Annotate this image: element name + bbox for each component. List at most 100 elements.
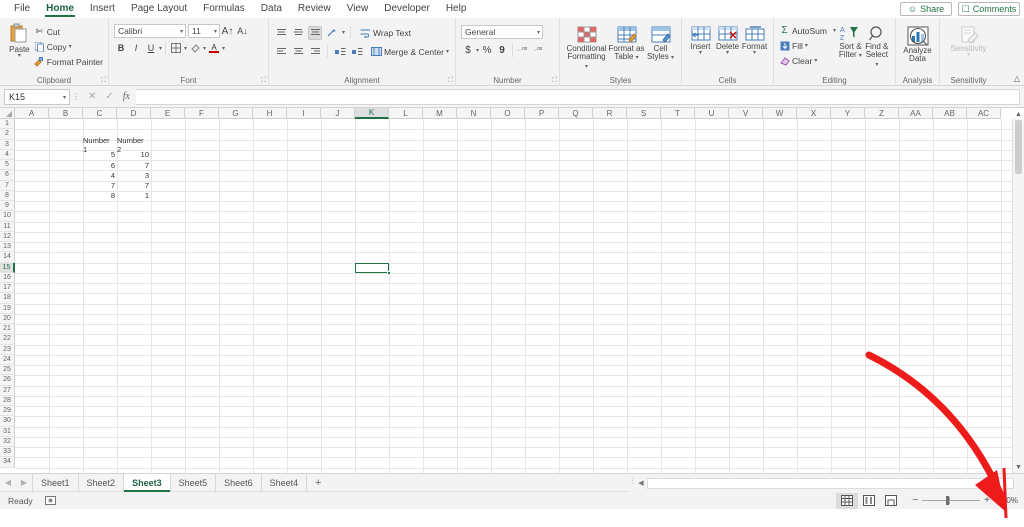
decrease-decimal-button[interactable]: →.00 xyxy=(531,43,545,57)
row-header-33[interactable]: 33 xyxy=(0,447,15,457)
increase-font-size-button[interactable]: A↑ xyxy=(220,24,235,38)
formula-input[interactable] xyxy=(136,89,1020,105)
zoom-slider-thumb[interactable] xyxy=(946,496,949,505)
column-header-S[interactable]: S xyxy=(627,108,661,119)
cell-D6[interactable]: 3 xyxy=(117,170,151,180)
increase-decimal-button[interactable]: ←.00 xyxy=(516,43,530,57)
chevron-down-icon[interactable]: ▾ xyxy=(671,55,674,61)
row-header-12[interactable]: 12 xyxy=(0,232,15,242)
cell-C4[interactable]: 5 xyxy=(83,150,117,160)
row-header-1[interactable]: 1 xyxy=(0,119,15,129)
row-header-31[interactable]: 31 xyxy=(0,427,15,437)
row-header-2[interactable]: 2 xyxy=(0,129,15,139)
page-break-preview-button[interactable] xyxy=(880,493,902,509)
cell-styles-button[interactable]: Cell Styles ▾ xyxy=(646,24,676,62)
chevron-down-icon[interactable]: ▾ xyxy=(476,47,479,54)
delete-cells-button[interactable]: Delete ▾ xyxy=(714,24,741,56)
chevron-down-icon[interactable]: ▾ xyxy=(585,64,588,70)
cell-C5[interactable]: 6 xyxy=(83,160,117,170)
column-header-I[interactable]: I xyxy=(287,108,321,119)
row-header-19[interactable]: 19 xyxy=(0,304,15,314)
row-header-8[interactable]: 8 xyxy=(0,191,15,201)
row-header-9[interactable]: 9 xyxy=(0,201,15,211)
row-header-6[interactable]: 6 xyxy=(0,170,15,180)
cell-C8[interactable]: 8 xyxy=(83,191,117,201)
select-all-button[interactable] xyxy=(0,108,15,119)
chevron-down-icon[interactable]: ▾ xyxy=(446,48,449,55)
sensitivity-button[interactable]: Sensitivity ▾ xyxy=(946,24,992,58)
ribbon-tab-file[interactable]: File xyxy=(6,0,38,18)
ribbon-tab-formulas[interactable]: Formulas xyxy=(195,0,253,18)
row-header-14[interactable]: 14 xyxy=(0,252,15,262)
row-header-20[interactable]: 20 xyxy=(0,314,15,324)
chevron-down-icon[interactable]: ▾ xyxy=(636,55,639,61)
ribbon-tab-review[interactable]: Review xyxy=(290,0,339,18)
cell-D3[interactable]: Number 2 xyxy=(117,140,151,150)
confirm-entry-icon[interactable]: ✓ xyxy=(105,91,113,102)
zoom-in-button[interactable]: + xyxy=(984,495,990,506)
find-select-button[interactable]: Find & Select ▾ xyxy=(864,23,890,68)
chevron-down-icon[interactable]: ▾ xyxy=(203,45,206,52)
column-header-H[interactable]: H xyxy=(253,108,287,119)
column-header-A[interactable]: A xyxy=(15,108,49,119)
font-size-input[interactable]: 11 ▾ xyxy=(188,24,220,38)
chevron-down-icon[interactable]: ▾ xyxy=(967,53,970,58)
row-header-11[interactable]: 11 xyxy=(0,222,15,232)
align-middle-button[interactable] xyxy=(291,26,305,40)
insert-cells-button[interactable]: Insert ▾ xyxy=(687,24,714,56)
column-header-W[interactable]: W xyxy=(763,108,797,119)
previous-sheet-icon[interactable]: ◀ xyxy=(0,478,16,487)
currency-format-button[interactable]: $ xyxy=(461,43,475,57)
column-header-G[interactable]: G xyxy=(219,108,253,119)
column-header-P[interactable]: P xyxy=(525,108,559,119)
cut-button[interactable]: ✄ Cut xyxy=(34,24,103,39)
sheet-tab-sheet4[interactable]: Sheet4 xyxy=(262,474,308,492)
column-header-Z[interactable]: Z xyxy=(865,108,899,119)
scroll-left-icon[interactable]: ◀ xyxy=(635,479,647,487)
ribbon-tab-data[interactable]: Data xyxy=(253,0,290,18)
column-header-T[interactable]: T xyxy=(661,108,695,119)
chevron-down-icon[interactable]: ▾ xyxy=(222,45,225,52)
fill-button[interactable]: Fill ▾ xyxy=(779,38,837,53)
number-format-select[interactable]: General ▾ xyxy=(461,25,543,39)
next-sheet-icon[interactable]: ▶ xyxy=(16,478,32,487)
align-bottom-button[interactable] xyxy=(308,26,322,40)
column-header-AC[interactable]: AC xyxy=(967,108,1001,119)
row-header-28[interactable]: 28 xyxy=(0,396,15,406)
row-header-5[interactable]: 5 xyxy=(0,160,15,170)
share-button[interactable]: ☺ Share xyxy=(900,2,952,16)
chevron-down-icon[interactable]: ▾ xyxy=(805,42,808,49)
vertical-scroll-thumb[interactable] xyxy=(1015,120,1022,174)
paste-button[interactable]: Paste ▾ xyxy=(5,21,34,59)
chevron-down-icon[interactable]: ▾ xyxy=(184,45,187,52)
row-header-7[interactable]: 7 xyxy=(0,181,15,191)
increase-indent-button[interactable] xyxy=(350,45,364,59)
column-header-Y[interactable]: Y xyxy=(831,108,865,119)
column-header-AB[interactable]: AB xyxy=(933,108,967,119)
analyze-data-button[interactable]: Analyze Data xyxy=(901,24,934,64)
row-header-23[interactable]: 23 xyxy=(0,345,15,355)
name-box[interactable]: K15 ▾ xyxy=(4,89,70,105)
column-header-X[interactable]: X xyxy=(797,108,831,119)
ribbon-tab-developer[interactable]: Developer xyxy=(376,0,438,18)
cancel-entry-icon[interactable]: ✕ xyxy=(88,91,96,102)
collapse-ribbon-button[interactable]: △ xyxy=(1014,74,1020,83)
normal-view-button[interactable] xyxy=(836,493,858,509)
row-header-13[interactable]: 13 xyxy=(0,242,15,252)
selected-cell-indicator[interactable] xyxy=(355,263,389,273)
column-header-R[interactable]: R xyxy=(593,108,627,119)
row-header-24[interactable]: 24 xyxy=(0,355,15,365)
column-header-D[interactable]: D xyxy=(117,108,151,119)
row-header-4[interactable]: 4 xyxy=(0,150,15,160)
bold-button[interactable]: B xyxy=(114,41,128,55)
chevron-down-icon[interactable]: ▾ xyxy=(859,53,862,59)
decrease-indent-button[interactable] xyxy=(333,45,347,59)
ribbon-tab-view[interactable]: View xyxy=(339,0,377,18)
sort-filter-button[interactable]: A Z Sort & Filter ▾ xyxy=(837,23,863,60)
sheet-tab-sheet6[interactable]: Sheet6 xyxy=(216,474,262,492)
row-header-10[interactable]: 10 xyxy=(0,211,15,221)
format-cells-button[interactable]: Format ▾ xyxy=(741,24,768,56)
chevron-down-icon[interactable]: ▾ xyxy=(180,28,183,35)
orientation-button[interactable] xyxy=(325,26,339,40)
wrap-text-button[interactable]: Wrap Text xyxy=(360,25,411,40)
